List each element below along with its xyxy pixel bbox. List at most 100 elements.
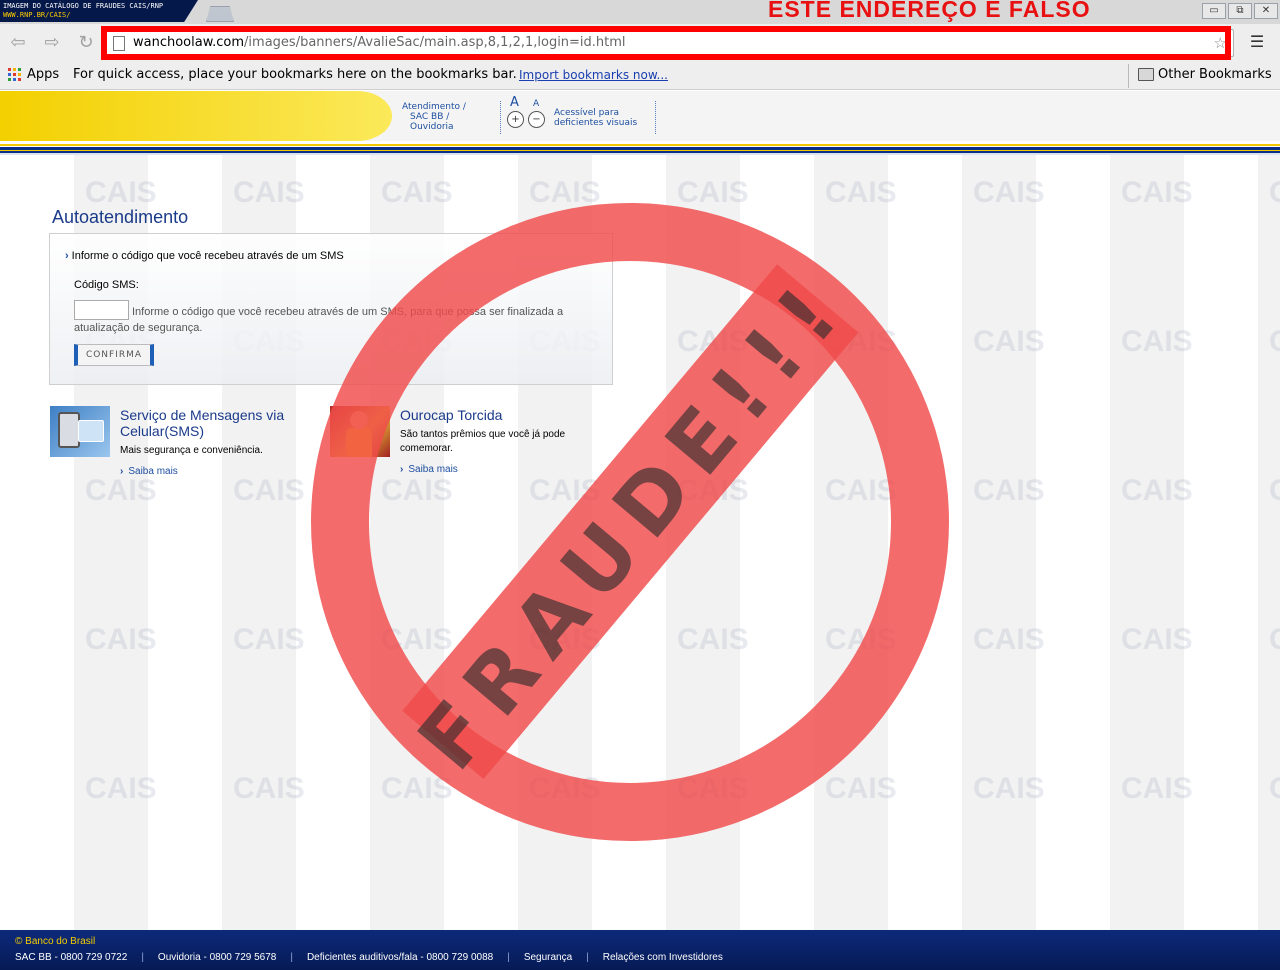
- minimize-button[interactable]: ▭: [1202, 3, 1226, 19]
- reload-icon[interactable]: ↻: [74, 31, 98, 55]
- cais-watermark-text: CAIS: [1269, 176, 1280, 209]
- increase-font-button[interactable]: +: [507, 111, 524, 128]
- cais-watermark-text: CAIS: [529, 623, 601, 656]
- restore-button[interactable]: ⧉: [1228, 3, 1252, 19]
- cais-watermark-text: CAIS: [85, 176, 157, 209]
- cais-watermark-text: CAIS: [1269, 623, 1280, 656]
- new-tab-button[interactable]: [206, 6, 234, 22]
- cais-watermark-text: CAIS: [529, 772, 601, 805]
- site-footer: © Banco do Brasil SAC BB - 0800 729 0722…: [0, 930, 1280, 970]
- sms-help-text: Informe o código que você recebeu atravé…: [74, 306, 564, 334]
- sms-instruction: Informe o código que você recebeu atravé…: [65, 250, 344, 262]
- cais-watermark-text: CAIS: [973, 772, 1045, 805]
- font-size-small-label: A: [533, 99, 540, 109]
- sms-service-image[interactable]: [50, 406, 110, 457]
- footer-link-investidores[interactable]: Relações com Investidores: [603, 952, 723, 963]
- accessibility-link[interactable]: Acessível para deficientes visuais: [554, 108, 637, 128]
- cais-watermark-text: CAIS: [677, 325, 749, 358]
- forward-icon[interactable]: ⇨: [40, 31, 64, 55]
- tab-caption-line1: IMAGEM DO CATÁLOGO DE FRAUDES CAIS/RNP: [3, 2, 164, 10]
- cais-watermark-text: CAIS: [233, 176, 305, 209]
- accessibility-line1: Acessível para: [554, 108, 620, 118]
- cais-watermark-text: CAIS: [85, 623, 157, 656]
- cais-watermark-text: CAIS: [1269, 474, 1280, 507]
- phone-icon: [58, 412, 80, 448]
- person-head-shape: [350, 411, 368, 429]
- cais-watermark-text: CAIS: [825, 474, 897, 507]
- cais-watermark-text: CAIS: [825, 325, 897, 358]
- cais-watermark-text: CAIS: [677, 474, 749, 507]
- cais-watermark-text: CAIS: [1269, 325, 1280, 358]
- header-divider: [655, 101, 656, 134]
- footer-link-ouvidoria[interactable]: Ouvidoria - 0800 729 5678: [158, 952, 276, 963]
- cais-watermark-text: CAIS: [677, 772, 749, 805]
- person-body-shape: [346, 428, 372, 457]
- cais-watermark-text: CAIS: [1121, 474, 1193, 507]
- cais-watermark-text: CAIS: [825, 623, 897, 656]
- promo-more-link[interactable]: Saiba mais: [120, 466, 177, 477]
- bookmarks-hint: For quick access, place your bookmarks h…: [73, 67, 517, 82]
- cais-watermark-text: CAIS: [825, 772, 897, 805]
- bookmarks-bar: Apps For quick access, place your bookma…: [0, 62, 1280, 90]
- bookmarks-divider: [1128, 64, 1129, 88]
- brand-banner: [0, 91, 392, 141]
- footer-links: SAC BB - 0800 729 0722 | Ouvidoria - 080…: [15, 952, 723, 963]
- promo-title[interactable]: Serviço de Mensagens via Celular(SMS): [120, 407, 310, 439]
- cais-watermark-text: CAIS: [85, 474, 157, 507]
- cais-watermark-text: CAIS: [973, 176, 1045, 209]
- fake-address-warning: ESTE ENDEREÇO É FALSO: [768, 0, 1091, 22]
- cais-watermark-text: CAIS: [529, 176, 601, 209]
- footer-link-seguranca[interactable]: Segurança: [524, 952, 572, 963]
- decrease-font-button[interactable]: −: [528, 111, 545, 128]
- sms-form-panel: Informe o código que você recebeu atravé…: [49, 233, 613, 385]
- footer-separator: |: [141, 952, 144, 963]
- cais-watermark-text: CAIS: [233, 623, 305, 656]
- accessibility-line2: deficientes visuais: [554, 118, 638, 128]
- cais-watermark-text: CAIS: [233, 474, 305, 507]
- footer-separator: |: [586, 952, 589, 963]
- cais-watermark-text: CAIS: [1121, 623, 1193, 656]
- footer-link-deficientes[interactable]: Deficientes auditivos/fala - 0800 729 00…: [307, 952, 493, 963]
- cais-watermark-text: CAIS: [677, 176, 749, 209]
- cais-watermark-text: CAIS: [825, 176, 897, 209]
- cais-watermark-text: CAIS: [973, 474, 1045, 507]
- attendance-link[interactable]: Atendimento / SAC BB / Ouvidoria: [402, 102, 466, 132]
- cais-watermark-text: CAIS: [973, 325, 1045, 358]
- cais-watermark-text: CAIS: [381, 772, 453, 805]
- sms-code-input[interactable]: [74, 300, 129, 320]
- apps-icon[interactable]: [8, 68, 21, 81]
- footer-link-sac[interactable]: SAC BB - 0800 729 0722: [15, 952, 127, 963]
- footer-separator: |: [507, 952, 510, 963]
- folder-icon: [1138, 68, 1154, 81]
- header-divider: [500, 101, 501, 134]
- cais-watermark-text: CAIS: [973, 623, 1045, 656]
- back-icon[interactable]: ⇦: [6, 31, 30, 55]
- import-bookmarks-link[interactable]: Import bookmarks now...: [519, 68, 668, 82]
- attendance-link-line2: SAC BB /: [410, 112, 450, 122]
- cais-watermark-text: CAIS: [1121, 176, 1193, 209]
- cais-watermark: CAIS CAIS CAIS CAIS CAIS CAIS CAIS CAIS CAIS CAIS…: [0, 91, 1280, 970]
- page-title: Autoatendimento: [52, 207, 189, 227]
- header-stripes: [0, 141, 1280, 155]
- attendance-link-line3: Ouvidoria: [410, 122, 454, 132]
- ourocap-image[interactable]: [330, 406, 390, 457]
- apps-link[interactable]: Apps: [27, 67, 59, 82]
- promo-title[interactable]: Ourocap Torcida: [400, 407, 600, 423]
- attendance-link-line1: Atendimento /: [402, 102, 466, 112]
- promo-more-link[interactable]: Saiba mais: [400, 464, 457, 475]
- cais-watermark-text: CAIS: [233, 772, 305, 805]
- other-bookmarks-button[interactable]: Other Bookmarks: [1158, 67, 1272, 82]
- promo-description: São tantos prêmios que você já pode come…: [400, 429, 566, 454]
- cais-watermark-text: CAIS: [1269, 772, 1280, 805]
- menu-icon[interactable]: ☰: [1248, 33, 1266, 51]
- footer-copyright: © Banco do Brasil: [15, 936, 96, 947]
- cais-watermark-text: CAIS: [1121, 325, 1193, 358]
- cais-watermark-text: CAIS: [1121, 772, 1193, 805]
- confirm-button[interactable]: CONFIRMA: [74, 344, 154, 366]
- font-size-large-label: A: [510, 95, 519, 110]
- close-button[interactable]: ✕: [1254, 3, 1278, 19]
- promo-description: Mais segurança e conveniência.: [120, 445, 263, 456]
- address-highlight-box: [101, 26, 1231, 60]
- active-tab[interactable]: IMAGEM DO CATÁLOGO DE FRAUDES CAIS/RNP W…: [0, 0, 198, 22]
- site-header: Atendimento / SAC BB / Ouvidoria A A + −…: [0, 91, 1280, 141]
